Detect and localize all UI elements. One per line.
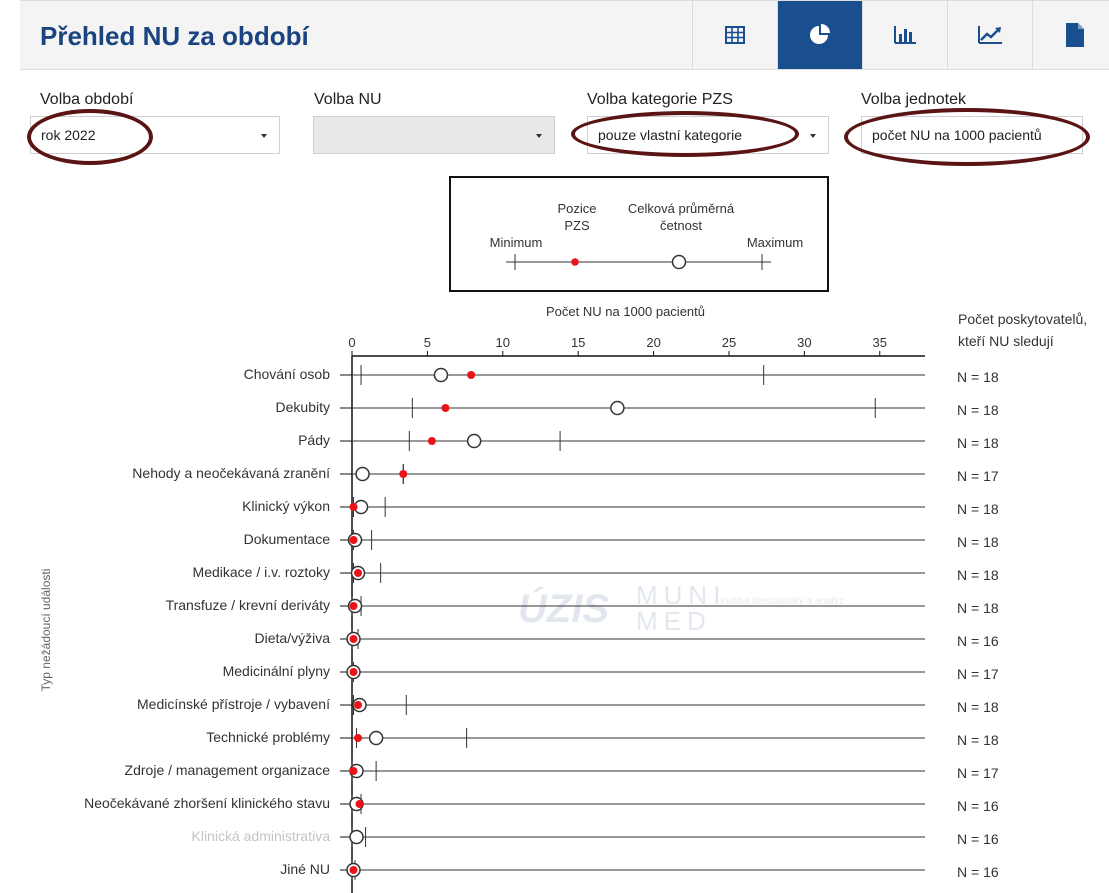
- category-label: Zdroje / management organizace: [125, 762, 331, 778]
- chart-row: Medicinální plyny N = 17: [223, 662, 999, 682]
- pzs-marker: [354, 734, 363, 742]
- watermark: ÚZIS MUNIMEDInstitut biostatistiky a anal…: [518, 580, 844, 636]
- pzs-marker: [354, 569, 363, 577]
- category-label: Dokumentace: [244, 531, 331, 547]
- provider-count: N = 18: [957, 369, 999, 385]
- x-tick-label: 30: [797, 335, 811, 350]
- provider-count: N = 18: [957, 402, 999, 418]
- chart-row: Dieta/výživa N = 16: [255, 629, 999, 649]
- chart-row: Chování osob N = 18: [244, 365, 999, 385]
- category-label: Transfuze / krevní deriváty: [166, 597, 330, 613]
- watermark-uzis: ÚZIS: [518, 585, 609, 631]
- x-tick-label: 15: [571, 335, 585, 350]
- chart-row: Zdroje / management organizace N = 17: [125, 761, 999, 781]
- average-marker: [433, 367, 449, 383]
- average-marker: [466, 433, 482, 449]
- category-label: Klinický výkon: [242, 498, 330, 514]
- category-label: Technické problémy: [206, 729, 330, 745]
- provider-count: N = 16: [957, 831, 999, 847]
- provider-count: N = 16: [957, 633, 999, 649]
- average-marker: [355, 466, 370, 482]
- provider-count: N = 18: [957, 435, 999, 451]
- provider-count: N = 18: [957, 534, 999, 550]
- average-marker: [368, 730, 384, 746]
- watermark-med: MED: [636, 606, 712, 636]
- category-label: Nehody a neočekávaná zranění: [132, 465, 330, 481]
- category-label: Dieta/výživa: [255, 630, 331, 646]
- provider-count: N = 17: [957, 666, 999, 682]
- x-tick-label: 0: [348, 335, 355, 350]
- chart-row: Jiné NU N = 16: [280, 860, 999, 880]
- pzs-marker: [399, 470, 408, 478]
- category-label: Chování osob: [244, 366, 331, 382]
- chart-row: Dokumentace N = 18: [244, 530, 999, 550]
- pzs-marker: [349, 602, 358, 610]
- chart-row: Pády N = 18: [298, 431, 999, 451]
- category-label: Medikace / i.v. roztoky: [193, 564, 330, 580]
- provider-count: N = 18: [957, 732, 999, 748]
- category-label: Jiné NU: [280, 861, 330, 877]
- chart-row: Klinický výkon N = 18: [242, 497, 999, 517]
- dot-range-chart: ÚZIS MUNIMEDInstitut biostatistiky a anal…: [84, 335, 999, 893]
- x-tick-label: 25: [722, 335, 736, 350]
- provider-count: N = 18: [957, 501, 999, 517]
- pzs-marker: [441, 404, 450, 412]
- chart-row: Nehody a neočekávaná zranění N = 17: [132, 464, 999, 484]
- category-label: Neočekávané zhoršení klinického stavu: [84, 795, 330, 811]
- x-tick-label: 10: [496, 335, 510, 350]
- pzs-marker: [349, 668, 358, 676]
- pzs-marker: [427, 437, 436, 445]
- pzs-marker: [355, 800, 364, 808]
- provider-count: N = 18: [957, 699, 999, 715]
- pzs-marker: [349, 866, 358, 874]
- x-tick-label: 5: [424, 335, 431, 350]
- pzs-marker: [349, 767, 358, 775]
- category-label: Klinická administrativa: [192, 828, 331, 844]
- average-marker: [349, 829, 364, 845]
- chart-row: Technické problémy N = 18: [206, 728, 999, 748]
- chart-row: Medicínské přístroje / vybavení N = 18: [137, 695, 999, 715]
- pzs-marker: [354, 701, 363, 709]
- provider-count: N = 17: [957, 765, 999, 781]
- chart-row: Neočekávané zhoršení klinického stavu N =…: [84, 794, 999, 814]
- category-label: Medicínské přístroje / vybavení: [137, 696, 330, 712]
- provider-count: N = 17: [957, 468, 999, 484]
- x-tick-label: 20: [646, 335, 660, 350]
- chart-row: Medikace / i.v. roztoky N = 18: [193, 563, 999, 583]
- pzs-marker: [467, 371, 476, 379]
- category-label: Dekubity: [276, 399, 330, 415]
- x-tick-label: 35: [873, 335, 887, 350]
- provider-count: N = 18: [957, 567, 999, 583]
- provider-count: N = 16: [957, 798, 999, 814]
- category-label: Medicinální plyny: [223, 663, 330, 679]
- watermark-institute: Institut biostatistiky a analýz: [720, 596, 844, 607]
- pzs-marker: [349, 503, 358, 511]
- pzs-marker: [349, 536, 358, 544]
- category-label: Pády: [298, 432, 330, 448]
- provider-count: N = 18: [957, 600, 999, 616]
- pzs-marker: [349, 635, 358, 643]
- average-marker: [610, 400, 625, 416]
- chart-row: Klinická administrativa N = 16: [192, 827, 999, 847]
- chart-row: Dekubity N = 18: [276, 398, 999, 418]
- provider-count: N = 16: [957, 864, 999, 880]
